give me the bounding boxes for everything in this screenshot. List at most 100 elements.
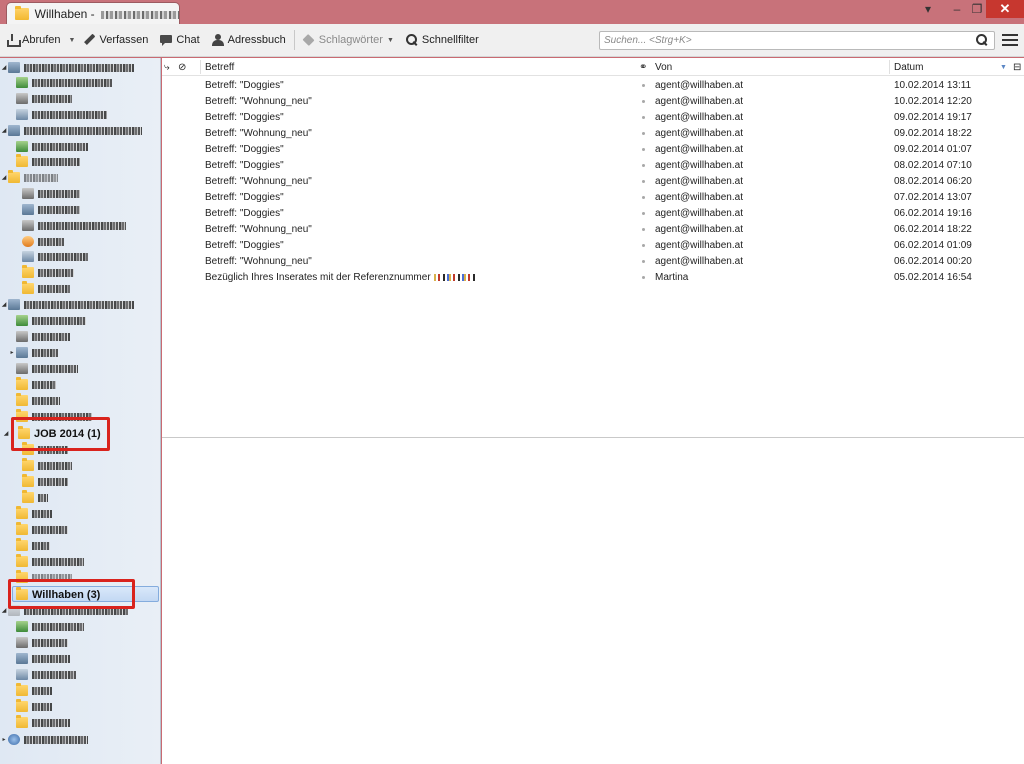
read-status-dot[interactable] — [642, 77, 645, 93]
read-status-dot[interactable] — [642, 189, 645, 205]
quick-filter-button[interactable]: Schnellfilter — [400, 28, 485, 52]
folder-item[interactable] — [8, 329, 70, 344]
folder-item[interactable] — [14, 490, 48, 505]
message-row[interactable]: Betreff: "Wohnung_neu" agent@willhaben.at… — [162, 173, 1024, 189]
folder-item[interactable] — [8, 635, 68, 650]
folder-icon — [16, 506, 28, 519]
column-picker-icon[interactable]: ⊟ — [1013, 58, 1023, 76]
read-status-dot[interactable] — [642, 125, 645, 141]
compose-button[interactable]: Verfassen — [77, 28, 154, 52]
local-folders[interactable]: ▸ — [0, 732, 88, 747]
folder-item[interactable]: ▸ — [8, 345, 58, 360]
folder-item[interactable] — [8, 683, 52, 698]
message-subject-text: Betreff: "Wohnung_neu" — [205, 223, 312, 235]
folder-item[interactable] — [8, 651, 70, 666]
message-subject: Betreff: "Doggies" — [205, 77, 284, 93]
message-subject-text: Betreff: "Wohnung_neu" — [205, 127, 312, 139]
app-menu-button[interactable] — [1002, 34, 1018, 48]
read-status-dot[interactable] — [642, 221, 645, 237]
folder-item[interactable] — [8, 361, 78, 376]
thread-column-icon[interactable]: ⤷ — [164, 58, 174, 76]
folder-item[interactable] — [8, 538, 50, 553]
attachment-column-icon[interactable]: ⊘ — [178, 58, 188, 76]
tags-button[interactable]: Schlagwörter ▼ — [297, 28, 400, 52]
window-menu-button[interactable]: ▾ — [920, 0, 936, 18]
account-2[interactable]: ◢ — [0, 123, 142, 138]
folder-item[interactable] — [8, 522, 68, 537]
message-row[interactable]: Betreff: "Doggies" agent@willhaben.at 06.0… — [162, 237, 1024, 253]
get-messages-dropdown[interactable]: ▼ — [67, 28, 78, 52]
read-status-dot[interactable] — [642, 253, 645, 269]
folder-item[interactable] — [8, 107, 107, 122]
folder-item[interactable] — [8, 619, 84, 634]
message-subject-text: Betreff: "Wohnung_neu" — [205, 95, 312, 107]
message-row[interactable]: Betreff: "Doggies" agent@willhaben.at 07.0… — [162, 189, 1024, 205]
message-row[interactable]: Betreff: "Wohnung_neu" agent@willhaben.at… — [162, 253, 1024, 269]
folder-item[interactable] — [14, 234, 64, 249]
folder-icon — [16, 715, 28, 728]
message-row[interactable]: Betreff: "Wohnung_neu" agent@willhaben.at… — [162, 125, 1024, 141]
sent-icon — [22, 188, 34, 199]
read-status-dot[interactable] — [642, 173, 645, 189]
read-status-dot[interactable] — [642, 109, 645, 125]
folder-item[interactable] — [14, 265, 74, 280]
message-row[interactable]: Betreff: "Wohnung_neu" agent@willhaben.at… — [162, 93, 1024, 109]
folder-item[interactable] — [8, 377, 56, 392]
folder-item[interactable] — [14, 458, 72, 473]
folder-item[interactable] — [8, 393, 60, 408]
message-row[interactable]: Betreff: "Doggies" agent@willhaben.at 10.0… — [162, 77, 1024, 93]
folder-item[interactable] — [14, 218, 126, 233]
tab-willhaben[interactable]: Willhaben - — [6, 2, 180, 25]
read-status-dot[interactable] — [642, 269, 645, 285]
archive-icon — [16, 347, 28, 358]
folder-item[interactable] — [8, 554, 84, 569]
column-date[interactable]: Datum — [894, 58, 1004, 76]
folder-item[interactable] — [8, 139, 88, 154]
get-messages-button[interactable]: Abrufen — [0, 28, 67, 52]
read-column-icon[interactable]: ⚭ — [639, 58, 651, 76]
folder-item[interactable] — [14, 281, 70, 296]
maximize-button[interactable]: ❐ — [970, 0, 984, 18]
folder-item[interactable] — [14, 186, 80, 201]
folder-item[interactable] — [8, 313, 86, 328]
message-row[interactable]: Betreff: "Wohnung_neu" agent@willhaben.at… — [162, 221, 1024, 237]
folder-item[interactable] — [8, 154, 80, 169]
folder-item[interactable] — [8, 506, 52, 521]
column-from[interactable]: Von — [655, 58, 885, 76]
search-icon[interactable] — [976, 33, 990, 48]
folder-item[interactable] — [14, 202, 80, 217]
message-row[interactable]: Betreff: "Doggies" agent@willhaben.at 09.0… — [162, 109, 1024, 125]
folder-item[interactable] — [8, 667, 76, 682]
folder-item[interactable] — [8, 715, 70, 730]
address-book-button[interactable]: Adressbuch — [206, 28, 292, 52]
search-input[interactable] — [604, 35, 976, 46]
message-subject: Betreff: "Doggies" — [205, 189, 284, 205]
column-subject[interactable]: Betreff — [205, 58, 635, 76]
folder-item[interactable] — [8, 75, 112, 90]
read-status-dot[interactable] — [642, 237, 645, 253]
message-row[interactable]: Betreff: "Doggies" agent@willhaben.at 08.0… — [162, 157, 1024, 173]
folder-icon — [16, 377, 28, 390]
read-status-dot[interactable] — [642, 205, 645, 221]
chat-button[interactable]: Chat — [154, 28, 205, 52]
account-1[interactable]: ◢ — [0, 60, 134, 75]
folder-item[interactable] — [8, 699, 52, 714]
message-date: 06.02.2014 19:16 — [894, 207, 972, 219]
folder-item[interactable] — [8, 91, 72, 106]
message-row[interactable]: Betreff: "Doggies" agent@willhaben.at 09.0… — [162, 141, 1024, 157]
message-row[interactable]: Bezüglich Ihres Inserates mit der Refere… — [162, 269, 1024, 285]
folder-item[interactable] — [14, 474, 68, 489]
message-row[interactable]: Betreff: "Doggies" agent@willhaben.at 06.0… — [162, 205, 1024, 221]
compose-label: Verfassen — [99, 34, 149, 46]
read-status-dot[interactable] — [642, 157, 645, 173]
account-4[interactable]: ◢ — [0, 297, 134, 312]
minimize-button[interactable]: – — [944, 0, 970, 18]
read-status-dot[interactable] — [642, 141, 645, 157]
trash-icon — [16, 109, 28, 120]
folder-item[interactable] — [14, 249, 88, 264]
read-status-dot[interactable] — [642, 93, 645, 109]
close-button[interactable]: ✕ — [986, 0, 1024, 18]
message-from: agent@willhaben.at — [655, 159, 743, 171]
search-field[interactable] — [599, 31, 995, 50]
account-3[interactable]: ◢ — [0, 170, 58, 185]
